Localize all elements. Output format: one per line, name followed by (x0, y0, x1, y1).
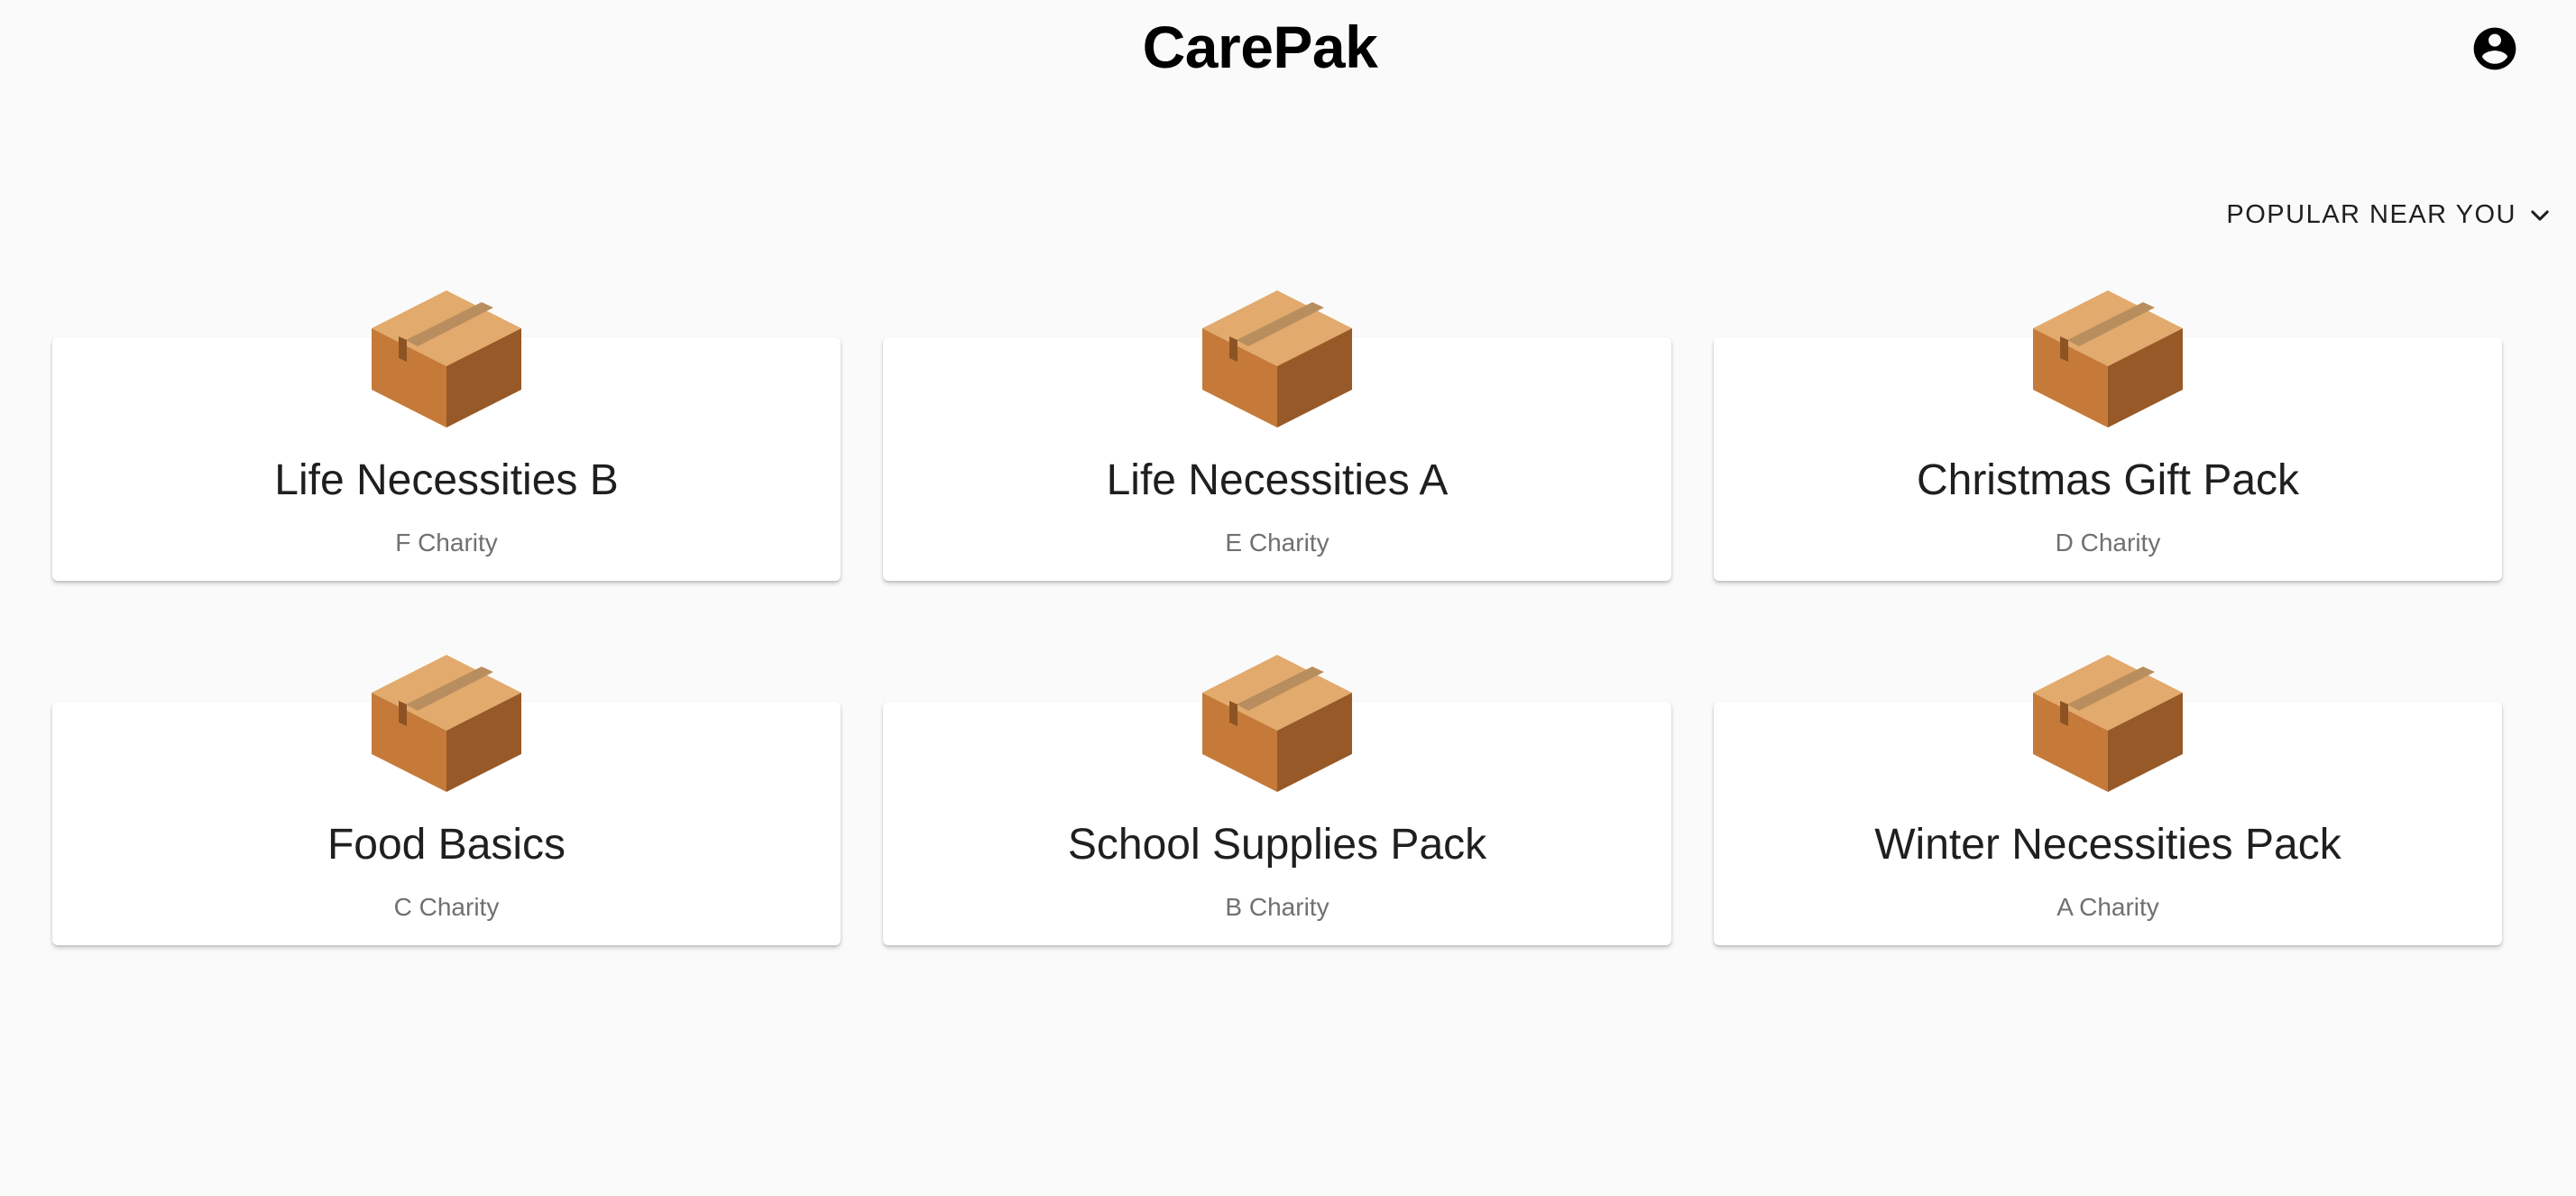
pack-charity: B Charity (1225, 893, 1329, 921)
package-box-icon (2033, 290, 2183, 428)
pack-title: Winter Necessities Pack (1874, 821, 2341, 869)
package-box-icon (1202, 290, 1352, 428)
pack-charity: D Charity (2055, 529, 2161, 557)
pack-grid: Life Necessities B F Charity Life Necess… (52, 290, 2502, 945)
pack-charity: C Charity (393, 893, 500, 921)
pack-title: Food Basics (327, 821, 566, 869)
account-button[interactable] (2470, 23, 2520, 74)
package-box-icon (372, 655, 521, 792)
pack-card[interactable]: School Supplies Pack B Charity (883, 655, 1671, 945)
pack-card[interactable]: Life Necessities B F Charity (52, 290, 841, 581)
package-box-icon (2033, 655, 2183, 792)
app-title: CarePak (1142, 14, 1378, 80)
chevron-down-icon (2531, 209, 2549, 221)
pack-card[interactable]: Life Necessities A E Charity (883, 290, 1671, 581)
package-box-icon (372, 290, 521, 428)
pack-charity: E Charity (1225, 529, 1329, 557)
pack-title: School Supplies Pack (1067, 821, 1487, 869)
sort-label: POPULAR NEAR YOU (2226, 200, 2516, 229)
pack-title: Christmas Gift Pack (1916, 456, 2300, 504)
pack-title: Life Necessities A (1106, 456, 1449, 504)
account-circle-icon (2473, 27, 2516, 70)
pack-card[interactable]: Winter Necessities Pack A Charity (1714, 655, 2502, 945)
pack-title: Life Necessities B (274, 456, 619, 504)
pack-card[interactable]: Christmas Gift Pack D Charity (1714, 290, 2502, 581)
pack-charity: F Charity (395, 529, 498, 557)
package-box-icon (1202, 655, 1352, 792)
pack-card[interactable]: Food Basics C Charity (52, 655, 841, 945)
sort-dropdown[interactable]: POPULAR NEAR YOU (2226, 200, 2553, 230)
pack-charity: A Charity (2056, 893, 2159, 921)
